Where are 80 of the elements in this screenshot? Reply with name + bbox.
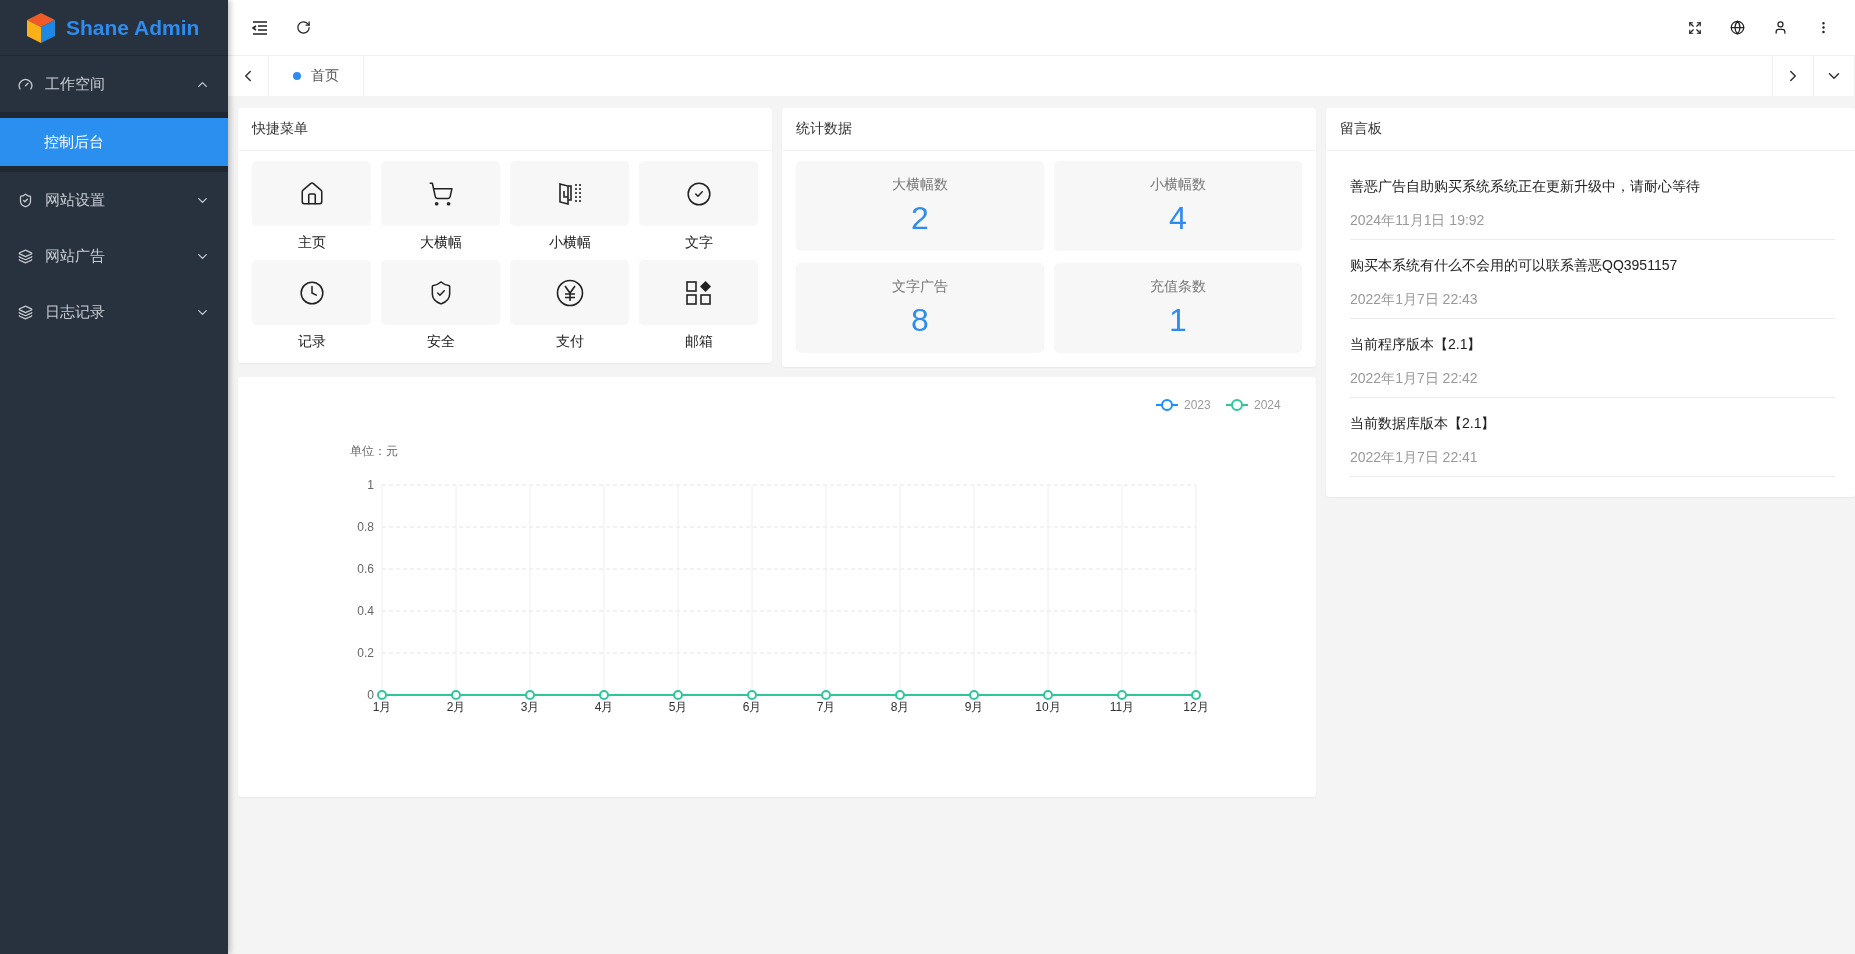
page-tab[interactable]: 首页 bbox=[269, 56, 364, 96]
legend-label: 2024 bbox=[1254, 398, 1282, 412]
card-title: 快捷菜单 bbox=[238, 108, 772, 151]
message-text: 当前数据库版本【2.1】 bbox=[1350, 414, 1497, 433]
x-tick-label: 5月 bbox=[668, 700, 688, 714]
x-tick-label: 12月 bbox=[1183, 700, 1209, 714]
y-axis-label: 单位：元 bbox=[350, 444, 398, 458]
yen-coin-icon bbox=[555, 278, 584, 307]
stat-value: 8 bbox=[911, 301, 929, 339]
shortcut-label[interactable]: 主页 bbox=[297, 226, 326, 258]
message-time: 2024年11月1日 19:92 bbox=[1350, 211, 1486, 230]
stat-value: 1 bbox=[1169, 301, 1187, 339]
shortcut-label[interactable]: 记录 bbox=[297, 325, 326, 357]
fullscreen-icon[interactable] bbox=[1688, 20, 1702, 35]
message-time: 2022年1月7日 22:43 bbox=[1350, 290, 1479, 309]
gauge-icon bbox=[18, 76, 33, 92]
card-title: 统计数据 bbox=[782, 108, 1316, 151]
stat-label: 充值条数 bbox=[1150, 277, 1206, 296]
brand-name: Shane Admin bbox=[66, 15, 200, 40]
message-text: 善恶广告自助购买系统系统正在更新升级中，请耐心等待 bbox=[1350, 177, 1701, 196]
x-tick-label: 3月 bbox=[520, 700, 540, 714]
shortcut-label[interactable]: 文字 bbox=[684, 226, 713, 258]
y-tick-label: 0.2 bbox=[357, 646, 374, 660]
shortcut-label[interactable]: 邮箱 bbox=[684, 325, 713, 357]
stat-label: 文字广告 bbox=[892, 277, 948, 296]
layers-icon bbox=[18, 248, 33, 264]
shortcut-tile[interactable] bbox=[252, 260, 371, 325]
cart-icon bbox=[427, 180, 454, 207]
x-tick-label: 11月 bbox=[1109, 700, 1135, 714]
y-tick-label: 0.8 bbox=[357, 520, 374, 534]
stat-value: 4 bbox=[1169, 199, 1187, 237]
globe-icon[interactable] bbox=[1730, 20, 1745, 35]
stat-value: 2 bbox=[911, 199, 929, 237]
stat-label: 大横幅数 bbox=[892, 175, 948, 194]
y-tick-label: 0.6 bbox=[357, 562, 374, 576]
legend-label: 2023 bbox=[1184, 398, 1212, 412]
message-text: 当前程序版本【2.1】 bbox=[1350, 335, 1483, 354]
house-icon bbox=[298, 180, 325, 207]
shortcut-label[interactable]: 支付 bbox=[555, 325, 584, 357]
x-tick-label: 1月 bbox=[372, 700, 392, 714]
shortcut-tile[interactable] bbox=[381, 260, 500, 325]
shortcut-label[interactable]: 安全 bbox=[426, 325, 455, 357]
x-tick-label: 7月 bbox=[816, 700, 836, 714]
shortcut-tile[interactable] bbox=[252, 161, 371, 226]
shortcut-tile[interactable] bbox=[381, 161, 500, 226]
sidebar-menu-item[interactable]: 工作空间 bbox=[0, 56, 228, 112]
y-tick-label: 0.4 bbox=[357, 604, 374, 618]
apps-grid-icon bbox=[684, 278, 713, 307]
refresh-icon[interactable] bbox=[296, 20, 311, 35]
y-tick-label: 0 bbox=[367, 688, 374, 702]
user-icon[interactable] bbox=[1773, 20, 1788, 35]
clock-icon bbox=[298, 279, 325, 306]
cube-logo-icon bbox=[24, 10, 58, 45]
sidebar-menu-item[interactable]: 网站广告 bbox=[0, 228, 228, 284]
shortcut-tile[interactable] bbox=[510, 260, 629, 325]
sidebar-menu-item[interactable]: 日志记录 bbox=[0, 284, 228, 340]
x-tick-label: 10月 bbox=[1035, 700, 1061, 714]
tab-label: 首页 bbox=[311, 67, 339, 85]
shield-check-icon bbox=[18, 192, 33, 208]
message-time: 2022年1月7日 22:42 bbox=[1350, 369, 1479, 388]
message-time: 2022年1月7日 22:41 bbox=[1350, 448, 1479, 467]
door-icon bbox=[556, 180, 583, 207]
message-text: 购买本系统有什么不会用的可以联系善恶QQ3951157 bbox=[1350, 256, 1679, 275]
x-tick-label: 9月 bbox=[964, 700, 984, 714]
x-tick-label: 6月 bbox=[742, 700, 762, 714]
shortcut-label[interactable]: 小横幅 bbox=[548, 226, 591, 258]
shortcut-tile[interactable] bbox=[639, 260, 758, 325]
card-title: 留言板 bbox=[1326, 108, 1855, 151]
menu-fold-icon[interactable] bbox=[252, 20, 268, 35]
stat-label: 小横幅数 bbox=[1150, 175, 1206, 194]
check-circle-icon bbox=[685, 180, 712, 207]
sidebar-menu-item[interactable]: 网站设置 bbox=[0, 172, 228, 228]
shortcut-tile[interactable] bbox=[639, 161, 758, 226]
x-tick-label: 2月 bbox=[446, 700, 466, 714]
x-tick-label: 8月 bbox=[890, 700, 910, 714]
shortcut-label[interactable]: 大横幅 bbox=[419, 226, 462, 258]
layers-icon bbox=[18, 304, 33, 320]
x-tick-label: 4月 bbox=[594, 700, 614, 714]
shortcut-tile[interactable] bbox=[510, 161, 629, 226]
y-tick-label: 1 bbox=[367, 478, 374, 492]
